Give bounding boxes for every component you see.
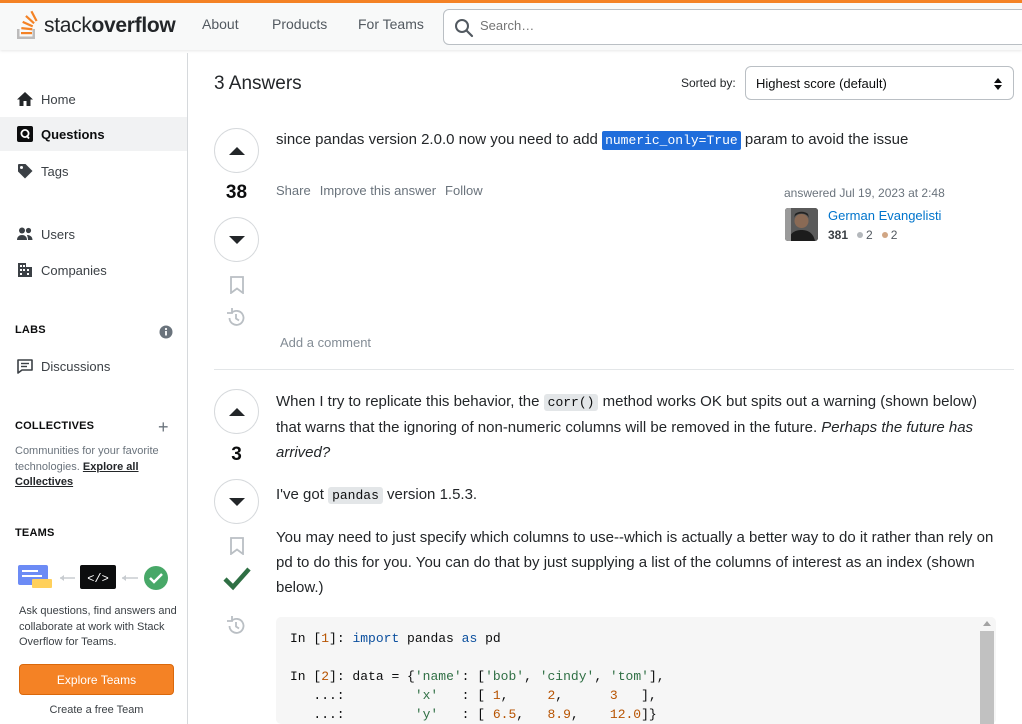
silver-badge-count: 2 <box>866 228 873 242</box>
answers-count-heading: 3 Answers <box>214 73 302 94</box>
share-link[interactable]: Share <box>276 183 311 198</box>
teams-heading: TEAMS <box>15 527 55 539</box>
upvote-button[interactable] <box>214 128 259 173</box>
sidebar-item-label: Companies <box>41 262 107 278</box>
sidebar-item-tags[interactable]: Tags <box>0 154 187 188</box>
answer-text: param to avoid the issue <box>740 131 909 148</box>
sidebar-item-questions[interactable]: Questions <box>0 117 187 151</box>
bookmark-icon[interactable] <box>229 276 245 294</box>
sidebar-item-companies[interactable]: Companies <box>0 253 187 287</box>
companies-icon <box>15 260 35 280</box>
sort-select[interactable]: Highest score (default) <box>745 66 1014 100</box>
search-input[interactable] <box>480 18 980 33</box>
questions-icon <box>15 124 35 144</box>
answered-timestamp: answered Jul 19, 2023 at 2:48 <box>784 186 945 200</box>
answer-body: since pandas version 2.0.0 now you need … <box>276 127 1004 153</box>
labs-heading: LABS <box>15 324 46 336</box>
avatar[interactable] <box>785 208 818 241</box>
teams-illustration: </> <box>18 565 168 590</box>
info-icon[interactable] <box>159 325 173 339</box>
teams-description: Ask questions, find answers and collabor… <box>19 605 177 648</box>
discussions-icon <box>15 356 35 376</box>
answer-paragraph: When I try to replicate this behavior, t… <box>276 389 1004 465</box>
improve-answer-link[interactable]: Improve this answer <box>320 183 436 198</box>
code-scrollbar[interactable] <box>980 631 994 724</box>
arrow-down-icon <box>228 497 245 506</box>
bookmark-icon[interactable] <box>229 537 245 555</box>
history-icon[interactable] <box>225 615 247 637</box>
nav-about[interactable]: About <box>202 16 239 32</box>
site-logo[interactable]: stackoverflow <box>14 7 176 45</box>
nav-for-teams[interactable]: For Teams <box>358 16 424 32</box>
answer-divider <box>214 369 1014 370</box>
top-bar: stackoverflow About Products For Teams <box>0 0 1022 50</box>
vote-count: 38 <box>225 182 248 203</box>
vote-count: 3 <box>231 444 242 465</box>
answer-paragraph: You may need to just specify which colum… <box>276 529 994 596</box>
sidebar-item-home[interactable]: Home <box>0 82 187 116</box>
scroll-up-arrow-icon[interactable] <box>983 621 991 626</box>
answer-text: I've got <box>276 486 329 503</box>
answer-text: since pandas version 2.0.0 now you need … <box>276 131 603 148</box>
user-name-link[interactable]: German Evangelisti <box>828 208 941 223</box>
sidebar-item-users[interactable]: Users <box>0 217 187 251</box>
sidebar-item-label: Home <box>41 91 76 107</box>
left-sidebar: Home Questions Tags Users Companies LABS… <box>0 53 188 724</box>
arrow-up-icon <box>228 407 245 416</box>
select-arrows-icon <box>994 78 1002 90</box>
svg-text:</>: </> <box>87 572 109 586</box>
upvote-button[interactable] <box>214 389 259 434</box>
accepted-check-icon <box>223 567 251 591</box>
explore-teams-button[interactable]: Explore Teams <box>19 664 174 695</box>
downvote-button[interactable] <box>214 479 259 524</box>
user-reputation: 381 2 2 <box>828 228 897 242</box>
inline-code: corr() <box>543 394 599 411</box>
sidebar-item-label: Questions <box>41 126 105 142</box>
sidebar-item-label: Discussions <box>41 358 111 374</box>
collectives-description: Communities for your favorite technologi… <box>15 444 180 491</box>
answer-paragraph: I've got pandas version 1.5.3. <box>276 482 1004 508</box>
plus-icon[interactable]: + <box>158 418 169 436</box>
bronze-badge-icon <box>881 232 888 238</box>
answer-text: version 1.5.3. <box>382 486 478 503</box>
sort-label: Sorted by: <box>681 76 736 90</box>
post-menu: Share Improve this answer Follow <box>276 183 483 198</box>
answer-text: When I try to replicate this behavior, t… <box>276 393 544 410</box>
tag-icon <box>15 161 35 181</box>
code-block: In [1]: import pandas as pd In [2]: data… <box>276 617 996 724</box>
stack-logo-icon <box>17 10 38 39</box>
sidebar-item-label: Users <box>41 226 75 242</box>
code-content: In [1]: import pandas as pd In [2]: data… <box>290 631 665 722</box>
inline-code: pandas <box>328 487 383 504</box>
nav-products[interactable]: Products <box>272 16 327 32</box>
collectives-heading: COLLECTIVES <box>15 420 95 432</box>
home-icon <box>15 89 35 109</box>
silver-badge-icon <box>857 232 864 238</box>
create-team-link[interactable]: Create a free Team <box>19 704 174 716</box>
sidebar-item-discussions[interactable]: Discussions <box>0 349 187 383</box>
sort-select-value: Highest score (default) <box>756 76 887 91</box>
arrow-up-icon <box>228 146 245 155</box>
logo-text: stackoverflow <box>44 14 176 37</box>
downvote-button[interactable] <box>214 217 259 262</box>
history-icon[interactable] <box>225 307 247 329</box>
inline-code: numeric_only=True <box>602 131 741 150</box>
users-icon <box>15 224 35 244</box>
sidebar-item-label: Tags <box>41 163 69 179</box>
search-icon <box>455 19 474 38</box>
follow-link[interactable]: Follow <box>445 183 483 198</box>
search-box[interactable] <box>443 9 1022 45</box>
bronze-badge-count: 2 <box>890 228 898 242</box>
add-comment-link[interactable]: Add a comment <box>280 335 371 350</box>
reputation-score: 381 <box>828 228 849 242</box>
arrow-down-icon <box>228 235 245 244</box>
